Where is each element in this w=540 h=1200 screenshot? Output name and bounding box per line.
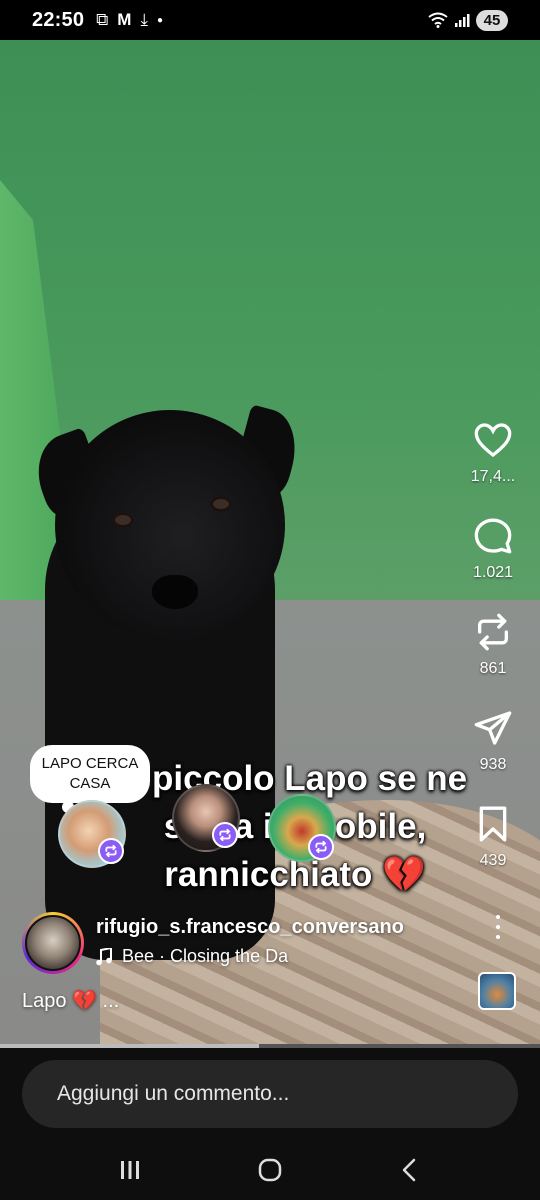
- status-system-icons: 45: [428, 9, 508, 31]
- gmail-icon: M: [117, 10, 132, 29]
- dog-eye-right: [210, 496, 232, 512]
- author-avatar[interactable]: [22, 912, 84, 974]
- repost-badge-3: [308, 834, 334, 860]
- repost-badge-1: [98, 838, 124, 864]
- dot-icon: ●: [156, 14, 164, 26]
- system-nav-bar: [0, 1140, 540, 1200]
- comment-button[interactable]: 1.021: [460, 516, 526, 582]
- like-button[interactable]: 17,4...: [460, 420, 526, 486]
- music-note-icon: [96, 947, 112, 965]
- comment-area: [0, 1048, 540, 1140]
- post-caption[interactable]: Lapo 💔 ...: [22, 988, 119, 1013]
- comment-count: 1.021: [472, 564, 514, 581]
- heart-icon: [474, 423, 512, 458]
- home-button[interactable]: [240, 1146, 300, 1194]
- status-notification-icons: ⧉ M ⤓ ●: [96, 10, 163, 30]
- dog-eye-left: [112, 512, 134, 528]
- screenshot-icon: ⧉: [96, 10, 109, 29]
- signal-icon: [455, 14, 470, 27]
- repost-count: 861: [479, 660, 507, 677]
- download-icon: ⤓: [140, 10, 148, 29]
- comment-icon: [474, 518, 512, 554]
- wifi-icon: [428, 12, 448, 28]
- battery-indicator: 45: [476, 9, 508, 31]
- more-options-icon[interactable]: [488, 912, 508, 942]
- note-bubble[interactable]: LAPO CERCA CASA: [30, 745, 150, 813]
- recent-apps-button[interactable]: [100, 1146, 160, 1194]
- back-icon: [402, 1158, 416, 1182]
- recent-apps-icon: [121, 1161, 139, 1179]
- music-info[interactable]: Bee · Closing the Da: [96, 946, 288, 967]
- author-avatar-image: [25, 915, 81, 971]
- repost-button[interactable]: 861: [460, 612, 526, 678]
- comment-input[interactable]: [22, 1060, 518, 1128]
- audio-thumbnail[interactable]: [478, 972, 516, 1010]
- repost-small-icon: [315, 840, 327, 854]
- like-count: 17,4...: [470, 468, 516, 485]
- repost-small-icon: [105, 844, 117, 858]
- note-text: LAPO CERCA CASA: [41, 755, 139, 792]
- home-icon: [258, 1158, 282, 1182]
- dog-nose: [152, 575, 198, 609]
- author-username[interactable]: rifugio_s.francesco_conversano: [96, 916, 404, 939]
- author-row: rifugio_s.francesco_conversano Bee · Clo…: [22, 912, 522, 974]
- repost-icon: [478, 613, 508, 651]
- music-title: Bee · Closing the Da: [122, 946, 289, 966]
- repost-badge-2: [212, 822, 238, 848]
- status-bar: 22:50 ⧉ M ⤓ ● 45: [0, 0, 540, 40]
- back-button[interactable]: [380, 1146, 440, 1194]
- repost-small-icon: [219, 828, 231, 842]
- status-time: 22:50: [32, 8, 85, 31]
- send-icon: [474, 711, 512, 745]
